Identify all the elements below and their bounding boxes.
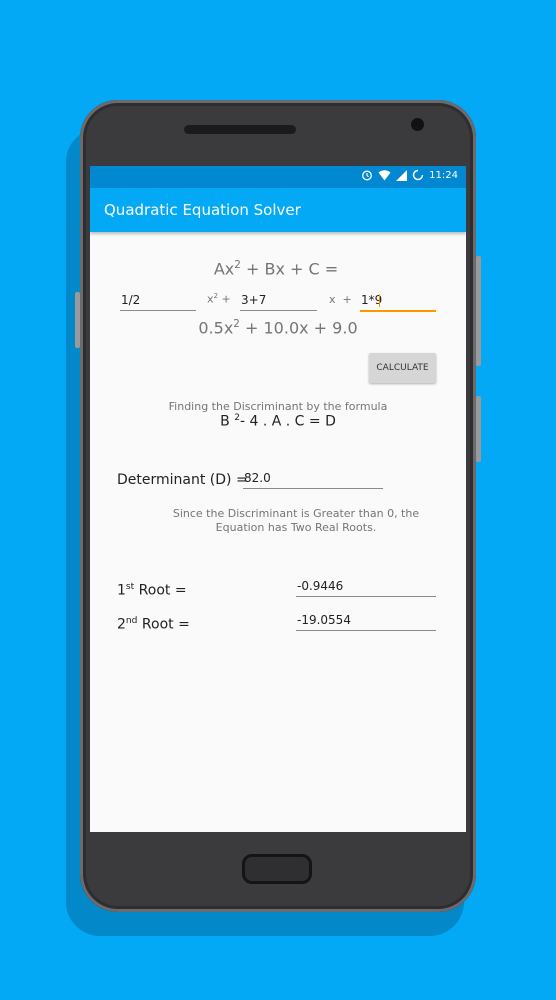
alarm-icon bbox=[362, 170, 373, 181]
x-squared-label: x2 + bbox=[207, 291, 231, 306]
volume-button bbox=[75, 292, 80, 348]
coefficient-b-input[interactable]: 3+7 bbox=[240, 290, 317, 311]
general-equation: Ax2 + Bx + C = bbox=[213, 259, 339, 279]
wifi-icon bbox=[378, 169, 391, 180]
power-button bbox=[476, 256, 481, 366]
earpiece-speaker bbox=[184, 125, 296, 134]
x-label: x + bbox=[329, 293, 352, 306]
coefficient-c-input[interactable]: 1*9 bbox=[360, 290, 436, 312]
discriminant-formula: B 2- 4 . A . C = D bbox=[220, 413, 336, 430]
status-time: 11:24 bbox=[429, 169, 458, 181]
determinant-value: 82.0 bbox=[243, 468, 383, 489]
first-root-value: -0.9446 bbox=[296, 576, 436, 597]
second-root-value: -19.0554 bbox=[296, 610, 436, 631]
front-camera bbox=[411, 118, 424, 131]
result-equation: 0.5x2 + 10.0x + 9.0 bbox=[198, 318, 358, 338]
determinant-label: Determinant (D) = bbox=[117, 472, 248, 488]
side-key bbox=[476, 396, 481, 462]
app-bar: Quadratic Equation Solver bbox=[90, 188, 466, 232]
signal-icon bbox=[396, 169, 408, 181]
second-root-label: 2nd Root = bbox=[117, 616, 190, 633]
app-title: Quadratic Equation Solver bbox=[104, 201, 301, 219]
app-screen: 11:24 Quadratic Equation Solver Ax2 + Bx… bbox=[90, 166, 466, 832]
status-bar: 11:24 bbox=[90, 166, 466, 188]
discriminant-heading: Finding the Discriminant by the formula bbox=[168, 400, 388, 413]
coefficient-a-input[interactable]: 1/2 bbox=[120, 290, 196, 311]
calculate-button[interactable]: CALCULATE bbox=[369, 353, 436, 383]
home-button[interactable] bbox=[242, 854, 312, 884]
sync-icon bbox=[412, 169, 424, 181]
first-root-label: 1st Root = bbox=[117, 582, 187, 599]
discriminant-message: Since the Discriminant is Greater than 0… bbox=[172, 507, 420, 534]
text-cursor bbox=[379, 294, 380, 307]
